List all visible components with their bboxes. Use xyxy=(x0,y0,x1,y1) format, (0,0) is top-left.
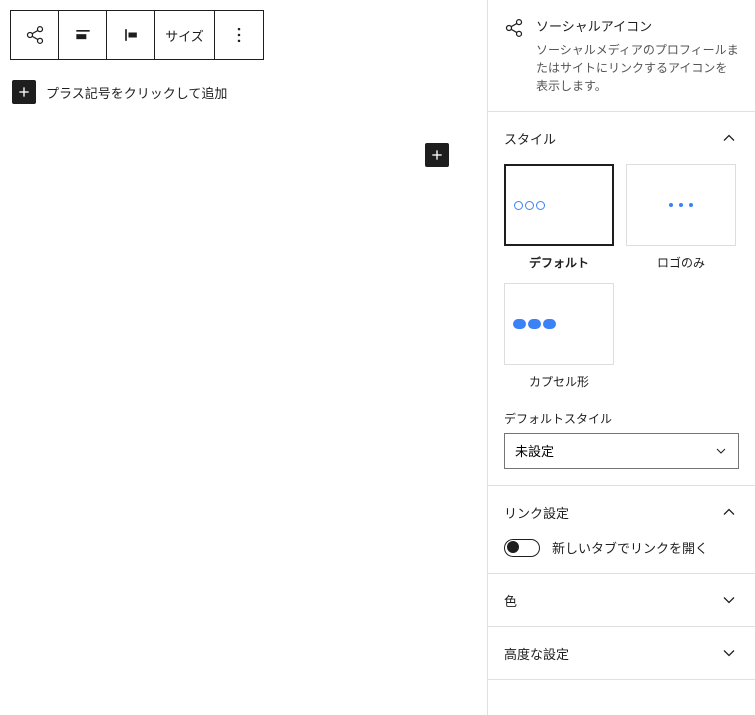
color-panel-toggle[interactable]: 色 xyxy=(488,574,755,626)
share-icon xyxy=(25,25,45,45)
link-settings-panel-toggle[interactable]: リンク設定 xyxy=(488,486,755,538)
new-tab-toggle-label: 新しいタブでリンクを開く xyxy=(552,538,708,557)
block-toolbar: サイズ xyxy=(10,10,264,60)
block-type-icon xyxy=(504,18,524,95)
justify-button[interactable] xyxy=(107,11,155,59)
chevron-down-icon xyxy=(719,590,739,610)
add-block-button[interactable] xyxy=(12,80,36,104)
more-vertical-icon xyxy=(229,25,249,45)
settings-sidebar: ソーシャルアイコン ソーシャルメディアのプロフィールまたはサイトにリンクするアイ… xyxy=(487,0,755,715)
block-appender-button[interactable] xyxy=(425,143,449,167)
plus-icon xyxy=(16,84,32,100)
color-panel: 色 xyxy=(488,574,755,627)
style-option-pill-label: カプセル形 xyxy=(504,373,614,390)
color-panel-title: 色 xyxy=(504,591,517,610)
style-panel-title: スタイル xyxy=(504,129,556,148)
default-style-label: デフォルトスタイル xyxy=(504,410,739,427)
style-option-logo-only[interactable]: ロゴのみ xyxy=(626,164,736,271)
style-option-default[interactable]: デフォルト xyxy=(504,164,614,271)
more-options-button[interactable] xyxy=(215,11,263,59)
style-panel: スタイル デフォルト xyxy=(488,112,755,486)
advanced-panel-toggle[interactable]: 高度な設定 xyxy=(488,627,755,679)
style-option-default-label: デフォルト xyxy=(504,254,614,271)
share-icon xyxy=(504,18,524,38)
block-type-button[interactable] xyxy=(11,11,59,59)
link-settings-panel: リンク設定 新しいタブでリンクを開く xyxy=(488,486,755,574)
chevron-up-icon xyxy=(719,128,739,148)
justify-icon xyxy=(121,25,141,45)
block-info-section: ソーシャルアイコン ソーシャルメディアのプロフィールまたはサイトにリンクするアイ… xyxy=(488,0,755,112)
add-block-prompt: プラス記号をクリックして追加 xyxy=(12,80,477,104)
size-button[interactable]: サイズ xyxy=(155,11,215,59)
chevron-down-icon xyxy=(719,643,739,663)
add-block-prompt-text: プラス記号をクリックして追加 xyxy=(46,83,227,102)
chevron-up-icon xyxy=(719,502,739,522)
block-title: ソーシャルアイコン xyxy=(536,16,739,35)
style-option-logo-only-label: ロゴのみ xyxy=(626,254,736,271)
align-icon xyxy=(73,25,93,45)
editor-canvas: サイズ プラス記号をクリックして追加 xyxy=(0,0,487,715)
advanced-panel: 高度な設定 xyxy=(488,627,755,680)
link-settings-panel-title: リンク設定 xyxy=(504,503,569,522)
advanced-panel-title: 高度な設定 xyxy=(504,644,569,663)
style-option-pill[interactable]: カプセル形 xyxy=(504,283,614,390)
plus-icon xyxy=(429,147,445,163)
new-tab-toggle[interactable] xyxy=(504,539,540,557)
style-panel-toggle[interactable]: スタイル xyxy=(488,112,755,164)
size-button-label: サイズ xyxy=(165,26,204,45)
default-style-select[interactable]: 未設定 xyxy=(504,433,739,469)
block-description: ソーシャルメディアのプロフィールまたはサイトにリンクするアイコンを表示します。 xyxy=(536,41,739,95)
align-button[interactable] xyxy=(59,11,107,59)
